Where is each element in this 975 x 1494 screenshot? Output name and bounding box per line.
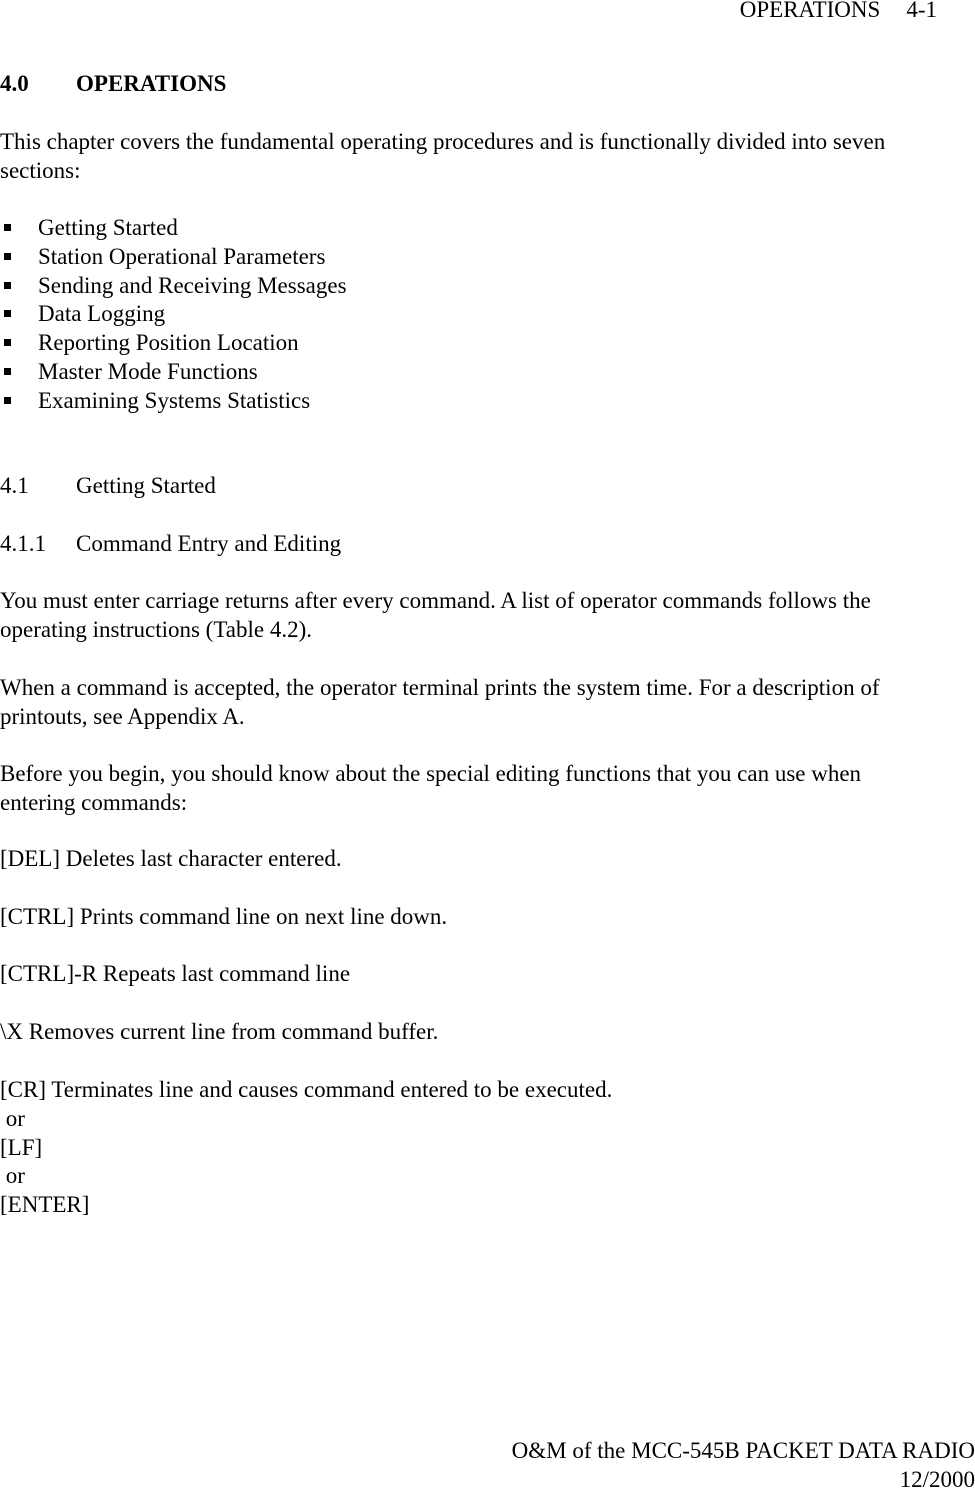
chapter-number: 4.0 [0,71,29,96]
list-item: Examining Systems Statistics [0,387,347,416]
paragraph-1-line-2: operating instructions (Table 4.2). [0,617,313,642]
header-section: OPERATIONS [739,0,881,22]
editing-function-ctrl: [CTRL] Prints command line on next line … [0,904,448,929]
section-4-1-1-heading: 4.1.1 Command Entry and Editing [0,530,341,558]
section-title: Getting Started [76,473,216,498]
bullet-square-icon [4,339,11,347]
subsection-title: Command Entry and Editing [76,531,342,556]
footer-date: 12/2000 [899,1467,975,1492]
section-4-1-heading: 4.1 Getting Started [0,472,216,500]
paragraph-1-line-1: You must enter carriage returns after ev… [0,588,871,613]
footer-document-title: O&M of the MCC-545B PACKET DATA RADIO [511,1438,975,1463]
bullet-square-icon [4,252,11,260]
list-item: Master Mode Functions [0,358,347,387]
header-page-number: 4-1 [906,0,937,22]
list-item: Getting Started [0,214,347,243]
running-header: OPERATIONS 4-1 [740,0,937,24]
list-item: Reporting Position Location [0,329,347,358]
section-number: 4.1 [0,473,29,498]
paragraph-3-line-2: entering commands: [0,790,188,815]
bullet-square-icon [4,281,11,289]
bullet-square-icon [4,310,11,318]
editing-function-ctrl-r: [CTRL]-R Repeats last command line [0,961,351,986]
alternate-or-2: or [0,1163,25,1188]
subsection-number: 4.1.1 [0,531,46,556]
alternate-lf: [LF] [0,1135,43,1160]
editing-function-del: [DEL] Deletes last character entered. [0,846,342,871]
paragraph-3-line-1: Before you begin, you should know about … [0,761,862,786]
paragraph-2-line-1: When a command is accepted, the operator… [0,675,880,700]
list-item: Data Logging [0,300,347,329]
alternate-or-1: or [0,1106,25,1131]
intro-line-1: This chapter covers the fundamental oper… [0,129,886,154]
bullet-square-icon [4,224,11,231]
editing-function-x: \X Removes current line from command buf… [0,1019,439,1044]
bullet-square-icon [4,396,11,404]
sections-list: Getting Started Station Operational Para… [0,214,347,416]
chapter-heading: 4.0 OPERATIONS [0,70,226,98]
chapter-title: OPERATIONS [76,71,227,96]
paragraph-2-line-2: printouts, see Appendix A. [0,704,245,729]
list-item: Station Operational Parameters [0,243,347,272]
editing-function-cr: [CR] Terminates line and causes command … [0,1077,613,1102]
intro-line-2: sections: [0,158,81,183]
alternate-enter: [ENTER] [0,1192,90,1217]
bullet-square-icon [4,367,11,375]
running-footer: O&M of the MCC-545B PACKET DATA RADIO 12… [512,1436,975,1494]
list-item: Sending and Receiving Messages [0,272,347,301]
